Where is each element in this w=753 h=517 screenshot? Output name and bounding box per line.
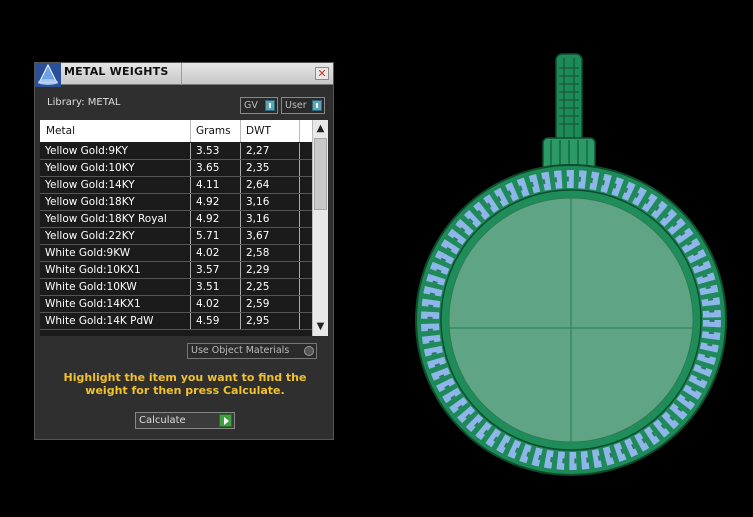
grams-cell: 4.59 [190, 313, 240, 329]
metal-weights-panel: METAL WEIGHTS ✕ Library: METAL GV User M… [34, 62, 334, 440]
column-header-dwt[interactable]: DWT [240, 120, 271, 142]
cell-divider [299, 143, 300, 159]
grams-cell: 4.92 [190, 211, 240, 227]
dwt-cell: 3,16 [240, 211, 300, 227]
dwt-cell: 2,95 [240, 313, 300, 329]
metal-cell: Yellow Gold:9KY [45, 145, 128, 157]
instruction-text: Highlight the item you want to find the … [63, 371, 307, 397]
cell-divider [299, 279, 300, 295]
grams-cell: 3.51 [190, 279, 240, 295]
table-body: Yellow Gold:9KY 3.53 2,27 Yellow Gold:10KY… [40, 143, 312, 330]
pendant-bail [542, 53, 596, 179]
cell-divider [299, 313, 300, 329]
library-label: Library: METAL [47, 97, 121, 108]
grams-cell: 3.65 [190, 160, 240, 176]
scroll-up-icon[interactable]: ▲ [313, 122, 328, 136]
dwt-cell: 2,27 [240, 143, 300, 159]
cell-divider [299, 262, 300, 278]
use-object-materials-label: Use Object Materials [191, 345, 290, 356]
scroll-down-icon[interactable]: ▼ [313, 320, 328, 334]
dwt-cell: 2,29 [240, 262, 300, 278]
metal-cell: Yellow Gold:14KY [45, 179, 135, 191]
table-row[interactable]: White Gold:14K PdW 4.59 2,95 [40, 313, 312, 330]
grams-cell: 3.53 [190, 143, 240, 159]
metal-cell: White Gold:14KX1 [45, 298, 141, 310]
cell-divider [299, 194, 300, 210]
cell-divider [299, 228, 300, 244]
close-button[interactable]: ✕ [315, 67, 329, 80]
metal-cell: White Gold:9KW [45, 247, 131, 259]
column-header-metal[interactable]: Metal [40, 120, 75, 142]
panel-title: METAL WEIGHTS [64, 65, 169, 78]
pendant-3d-viewport[interactable] [406, 50, 736, 490]
metal-cell: White Gold:14K PdW [45, 315, 154, 327]
cell-divider [299, 245, 300, 261]
cell-divider [299, 177, 300, 193]
table-header: Metal Grams DWT [40, 120, 312, 142]
play-icon [219, 414, 232, 427]
scrollbar-thumb[interactable] [314, 138, 327, 210]
app-logo-icon [35, 63, 61, 87]
gv-toggle[interactable]: GV [240, 97, 278, 114]
table-row[interactable]: Yellow Gold:18KY Royal 4.92 3,16 [40, 211, 312, 228]
table-row[interactable]: White Gold:9KW 4.02 2,58 [40, 245, 312, 262]
table-row[interactable]: White Gold:14KX1 4.02 2,59 [40, 296, 312, 313]
table-row[interactable]: Yellow Gold:9KY 3.53 2,27 [40, 143, 312, 160]
panel-titlebar[interactable]: METAL WEIGHTS ✕ [35, 63, 333, 87]
table-row[interactable]: White Gold:10KX1 3.57 2,29 [40, 262, 312, 279]
metal-cell: Yellow Gold:18KY Royal [45, 213, 167, 225]
user-toggle[interactable]: User [281, 97, 325, 114]
cell-divider [299, 211, 300, 227]
table-row[interactable]: Yellow Gold:18KY 4.92 3,16 [40, 194, 312, 211]
table-row[interactable]: Yellow Gold:22KY 5.71 3,67 [40, 228, 312, 245]
grams-cell: 4.92 [190, 194, 240, 210]
metal-table: Metal Grams DWT Yellow Gold:9KY 3.53 2,27 … [40, 120, 328, 336]
grams-cell: 4.02 [190, 296, 240, 312]
table-row[interactable]: Yellow Gold:10KY 3.65 2,35 [40, 160, 312, 177]
dwt-cell: 2,25 [240, 279, 300, 295]
grams-cell: 4.02 [190, 245, 240, 261]
toggle-switch-icon [312, 100, 322, 111]
dwt-cell: 2,58 [240, 245, 300, 261]
table-scrollbar[interactable]: ▲ ▼ [312, 120, 328, 336]
title-divider [181, 63, 182, 85]
radio-icon[interactable] [304, 346, 314, 356]
table-row[interactable]: Yellow Gold:14KY 4.11 2,64 [40, 177, 312, 194]
metal-cell: Yellow Gold:22KY [45, 230, 135, 242]
close-icon: ✕ [317, 67, 327, 80]
metal-cell: White Gold:10KX1 [45, 264, 141, 276]
dwt-cell: 2,35 [240, 160, 300, 176]
grams-cell: 3.57 [190, 262, 240, 278]
dwt-cell: 3,16 [240, 194, 300, 210]
cell-divider [299, 296, 300, 312]
metal-cell: Yellow Gold:18KY [45, 196, 135, 208]
table-row[interactable]: White Gold:10KW 3.51 2,25 [40, 279, 312, 296]
dwt-cell: 2,64 [240, 177, 300, 193]
dwt-cell: 2,59 [240, 296, 300, 312]
metal-cell: Yellow Gold:10KY [45, 162, 135, 174]
column-header-grams[interactable]: Grams [190, 120, 231, 142]
calculate-label: Calculate [139, 415, 186, 426]
grams-cell: 5.71 [190, 228, 240, 244]
gv-toggle-label: GV [244, 100, 258, 111]
header-divider [299, 120, 300, 142]
use-object-materials-option[interactable]: Use Object Materials [187, 343, 317, 359]
cell-divider [299, 160, 300, 176]
toggle-switch-icon [265, 100, 275, 111]
metal-cell: White Gold:10KW [45, 281, 137, 293]
user-toggle-label: User [285, 100, 307, 111]
calculate-button[interactable]: Calculate [135, 412, 235, 429]
grams-cell: 4.11 [190, 177, 240, 193]
dwt-cell: 3,67 [240, 228, 300, 244]
